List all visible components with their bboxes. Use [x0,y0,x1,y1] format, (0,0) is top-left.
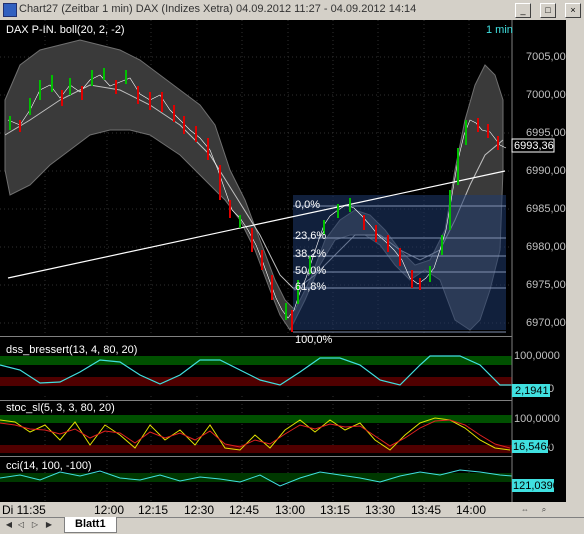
vertical-scrollbar[interactable] [566,20,584,502]
time-label-1345: 13:45 [411,503,442,517]
chart-app-icon [3,3,17,17]
nav-next-icon[interactable]: ▷ [30,520,40,530]
time-label-1300: 13:00 [275,503,306,517]
fib-label-382: 38,2% [295,248,326,260]
cci-current: 121,0390 [513,480,559,492]
cci-panel-label: cci(14, 100, -100) [6,460,92,472]
y-tick-6995: 6995,00 [526,127,566,139]
dss-current: 2,1941 [515,385,549,397]
dss-overbought-zone [0,356,512,365]
dss-tick-100: 100,0000 [514,350,560,362]
arrow-icon[interactable]: ⇔ [519,505,531,517]
tab-blatt1[interactable]: Blatt1 [64,517,117,533]
current-price: 6993,36 [514,140,554,152]
chart-svg: 7005,00 7000,00 6995,00 6990,00 6985,00 … [0,20,566,502]
time-label-1230: 12:30 [184,503,215,517]
close-button[interactable]: × [565,3,581,18]
stoc-panel-label: stoc_sl(5, 3, 3, 80, 20) [6,402,115,414]
panel-divider [0,336,512,337]
stoc-oversold-zone [0,445,512,453]
minimize-button[interactable]: _ [515,3,531,18]
y-tick-7000: 7000,00 [526,89,566,101]
zoom-icon[interactable]: ⌕ [538,505,550,517]
fib-label-100: 100,0% [295,334,333,346]
time-label-1400: 14:00 [456,503,487,517]
stoc-current: 16,5464 [513,441,553,453]
y-tick-7005: 7005,00 [526,51,566,63]
y-tick-6970: 6970,00 [526,317,566,329]
time-label-1245: 12:45 [229,503,260,517]
window-title: Chart27 (Zeitbar 1 min) DAX (Indizes Xet… [19,3,417,15]
y-tick-6980: 6980,00 [526,241,566,253]
nav-first-icon[interactable]: ◀ [4,520,14,530]
fib-label-50: 50,0% [295,265,326,277]
panel-divider-3 [0,456,512,457]
nav-last-icon[interactable]: ▶ [44,520,54,530]
time-label-1330: 13:30 [365,503,396,517]
time-label-1315: 13:15 [320,503,351,517]
time-label-1200: 12:00 [94,503,125,517]
stoc-overbought-zone [0,415,512,423]
main-panel-label: DAX P-IN. boll(20, 2, -2) [6,24,125,36]
dss-panel-label: dss_bressert(13, 4, 80, 20) [6,344,137,356]
y-tick-6990: 6990,00 [526,165,566,177]
panel-divider-2 [0,400,512,401]
y-tick-6985: 6985,00 [526,203,566,215]
window-titlebar: Chart27 (Zeitbar 1 min) DAX (Indizes Xet… [0,0,584,21]
fib-label-0: 0,0% [295,199,320,211]
time-label-1135: Di 11:35 [2,503,46,517]
fib-label-618: 61,8% [295,281,326,293]
maximize-button[interactable]: □ [540,3,556,18]
stoc-tick-100: 100,0000 [514,413,560,425]
time-label-1215: 12:15 [138,503,169,517]
fib-label-236: 23,6% [295,230,326,242]
interval-label: 1 min [486,24,513,36]
chart-area[interactable]: 7005,00 7000,00 6995,00 6990,00 6985,00 … [0,20,584,502]
y-tick-6975: 6975,00 [526,279,566,291]
nav-prev-icon[interactable]: ◁ [16,520,26,530]
